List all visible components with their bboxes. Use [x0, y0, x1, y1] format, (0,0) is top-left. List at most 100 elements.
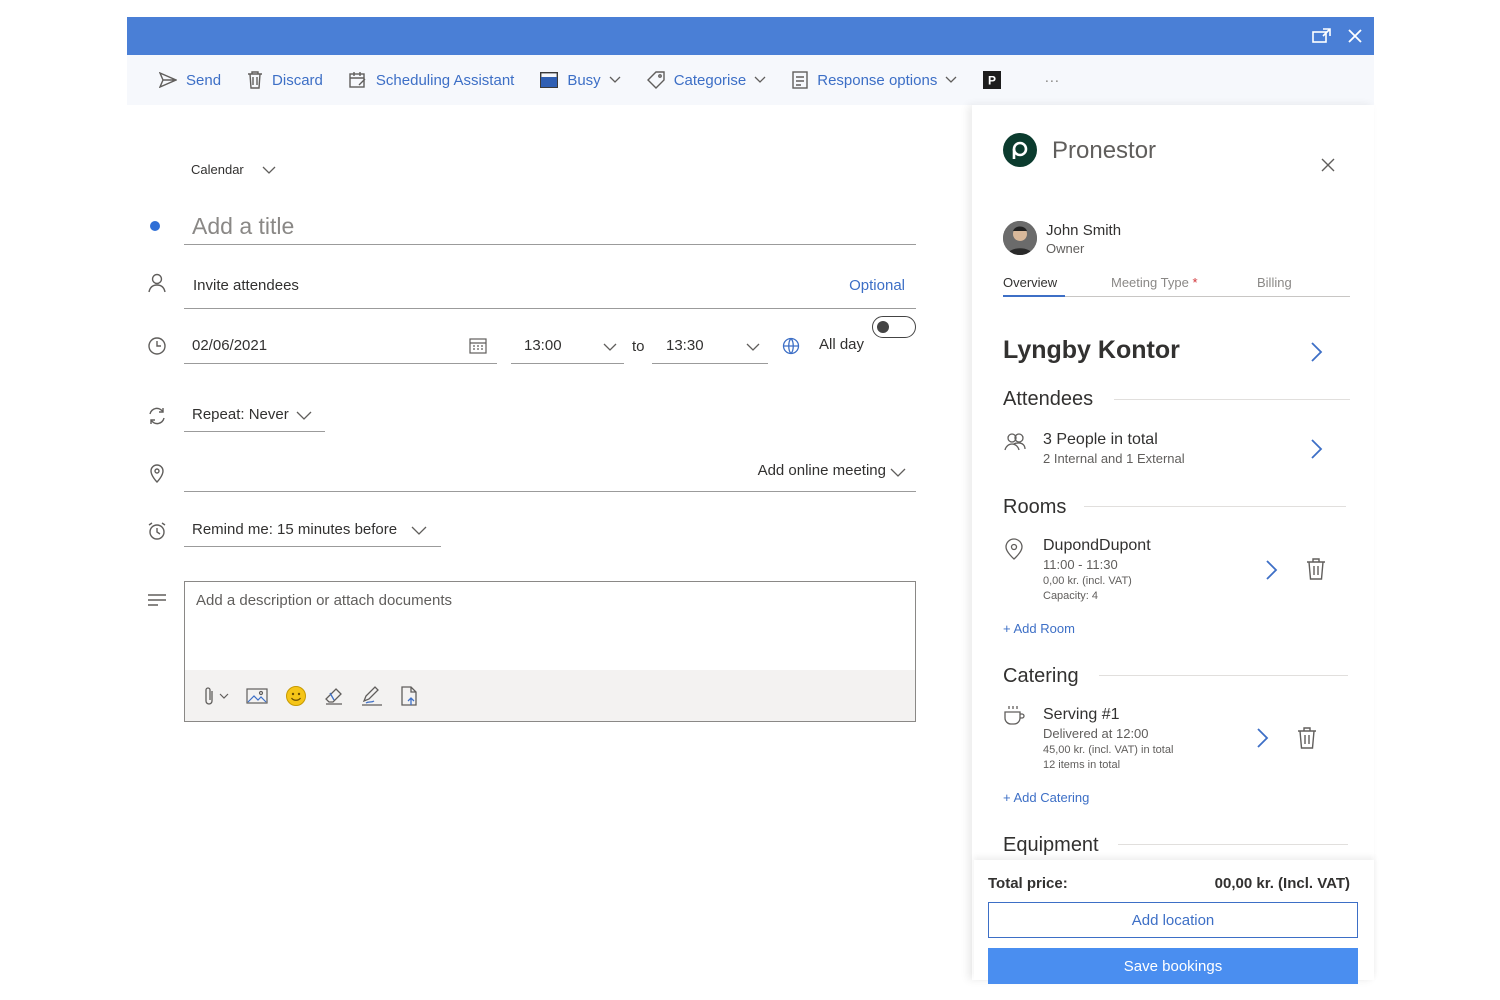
chevron-down-icon	[603, 343, 617, 351]
alarm-icon	[148, 522, 166, 540]
pronestor-logo-icon: P	[983, 71, 1002, 89]
chevron-right-icon[interactable]	[1264, 559, 1278, 581]
response-options-icon	[792, 71, 808, 89]
save-bookings-button[interactable]: Save bookings	[988, 948, 1358, 984]
user-avatar-icon	[1003, 221, 1037, 255]
optional-attendees-link[interactable]: Optional	[849, 277, 905, 294]
more-options-button[interactable]: ···	[1044, 55, 1059, 105]
trash-icon	[248, 71, 263, 89]
equipment-heading: Equipment	[1003, 834, 1099, 856]
eraser-icon	[325, 687, 342, 705]
person-icon	[148, 273, 166, 293]
chevron-down-icon	[746, 343, 760, 351]
discard-button[interactable]: Discard	[247, 55, 323, 105]
add-location-button[interactable]: Add location	[988, 902, 1358, 938]
rooms-divider	[1084, 506, 1346, 507]
reminder-dropdown[interactable]: Remind me: 15 minutes before	[184, 514, 441, 547]
room-name: DupondDupont	[1043, 537, 1151, 554]
tab-billing[interactable]: Billing	[1257, 275, 1292, 290]
format-painter-button[interactable]	[324, 686, 344, 706]
delete-room-icon[interactable]	[1306, 558, 1326, 580]
response-options-dropdown[interactable]: Response options	[792, 55, 957, 105]
end-time-dropdown[interactable]: 13:30	[652, 331, 768, 364]
required-marker: *	[1192, 275, 1198, 290]
tabs-divider	[1065, 296, 1350, 297]
room-capacity: Capacity: 4	[1043, 590, 1099, 602]
response-options-label: Response options	[817, 71, 938, 89]
insert-file-button[interactable]	[400, 685, 418, 706]
chevron-down-icon	[296, 411, 312, 420]
location-input[interactable]: Add online meeting	[184, 451, 916, 492]
pronestor-logo	[1003, 133, 1037, 167]
room-time: 11:00 - 11:30	[1043, 557, 1118, 572]
add-catering-link[interactable]: + Add Catering	[1003, 790, 1089, 805]
equipment-divider	[1118, 844, 1348, 845]
chevron-down-icon[interactable]	[262, 166, 276, 174]
send-icon	[159, 72, 177, 88]
categorise-dropdown[interactable]: Categorise	[646, 55, 767, 105]
text-lines-icon	[148, 594, 166, 606]
chevron-down-icon[interactable]	[890, 468, 906, 477]
start-time-value: 13:00	[524, 337, 562, 354]
description-editor[interactable]: Add a description or attach documents	[184, 581, 916, 722]
pen-icon	[362, 685, 382, 706]
user-name: John Smith	[1046, 222, 1122, 239]
busy-status-icon	[540, 72, 559, 88]
attach-dropdown[interactable]	[203, 686, 229, 706]
add-room-link[interactable]: + Add Room	[1003, 621, 1075, 636]
pop-out-icon[interactable]	[1310, 24, 1334, 48]
title-placeholder: Add a title	[192, 213, 295, 239]
coffee-cup-icon	[1004, 706, 1025, 725]
start-time-dropdown[interactable]: 13:00	[511, 331, 624, 364]
rooms-heading: Rooms	[1003, 496, 1067, 518]
emoji-button[interactable]	[285, 685, 307, 707]
signature-button[interactable]	[361, 685, 383, 706]
repeat-dropdown[interactable]: Repeat: Never	[184, 400, 325, 432]
attendees-placeholder: Invite attendees	[193, 277, 299, 294]
chevron-down-icon	[754, 76, 766, 83]
insert-picture-button[interactable]	[246, 687, 268, 704]
pronestor-addin-button[interactable]: P	[983, 55, 1010, 105]
chevron-down-icon	[219, 693, 229, 699]
chevron-down-icon	[945, 76, 957, 83]
emoji-icon	[286, 685, 306, 706]
document-icon	[401, 685, 417, 706]
add-online-meeting-button[interactable]: Add online meeting	[758, 462, 886, 479]
command-toolbar: Send Discard Scheduling Assistant Busy C…	[127, 55, 1374, 105]
more-icon: ···	[1044, 71, 1060, 89]
time-zone-icon[interactable]	[782, 337, 800, 355]
chevron-down-icon	[411, 526, 427, 535]
calendar-icon[interactable]	[469, 338, 487, 354]
active-tab-indicator	[1003, 295, 1065, 297]
chevron-right-icon[interactable]	[1309, 438, 1323, 460]
title-input[interactable]: Add a title	[184, 213, 916, 245]
chevron-right-icon[interactable]	[1255, 727, 1269, 749]
close-panel-icon[interactable]	[1320, 157, 1336, 173]
calendar-edit-icon	[349, 72, 366, 88]
chevron-right-icon[interactable]	[1309, 341, 1323, 363]
busy-dropdown[interactable]: Busy	[540, 55, 621, 105]
scheduling-assistant-button[interactable]: Scheduling Assistant	[349, 55, 514, 105]
scheduling-assistant-label: Scheduling Assistant	[375, 71, 515, 89]
all-day-label: All day	[819, 336, 865, 353]
tab-overview[interactable]: Overview	[1003, 275, 1057, 290]
avatar	[1003, 221, 1037, 255]
serving-delivery-time: Delivered at 12:00	[1043, 726, 1149, 741]
location-pin-icon	[1005, 538, 1023, 560]
repeat-icon	[149, 407, 165, 425]
to-label: to	[632, 338, 645, 355]
attendees-input[interactable]: Invite attendees Optional	[184, 271, 916, 309]
send-button[interactable]: Send	[159, 55, 221, 105]
all-day-toggle[interactable]	[872, 316, 916, 338]
event-form: Calendar Add a title Invite attendees Op…	[127, 105, 972, 980]
date-picker[interactable]: 02/06/2021	[184, 331, 497, 364]
svg-text:P: P	[988, 74, 996, 88]
attendees-total: 3 People in total	[1043, 431, 1158, 448]
close-window-icon[interactable]	[1343, 24, 1367, 48]
delete-catering-icon[interactable]	[1297, 727, 1317, 749]
calendar-selector[interactable]: Calendar	[191, 162, 244, 177]
busy-label: Busy	[567, 71, 601, 89]
picture-icon	[246, 687, 268, 704]
tab-meeting-type[interactable]: Meeting Type *	[1111, 275, 1198, 290]
tag-icon	[646, 71, 665, 89]
